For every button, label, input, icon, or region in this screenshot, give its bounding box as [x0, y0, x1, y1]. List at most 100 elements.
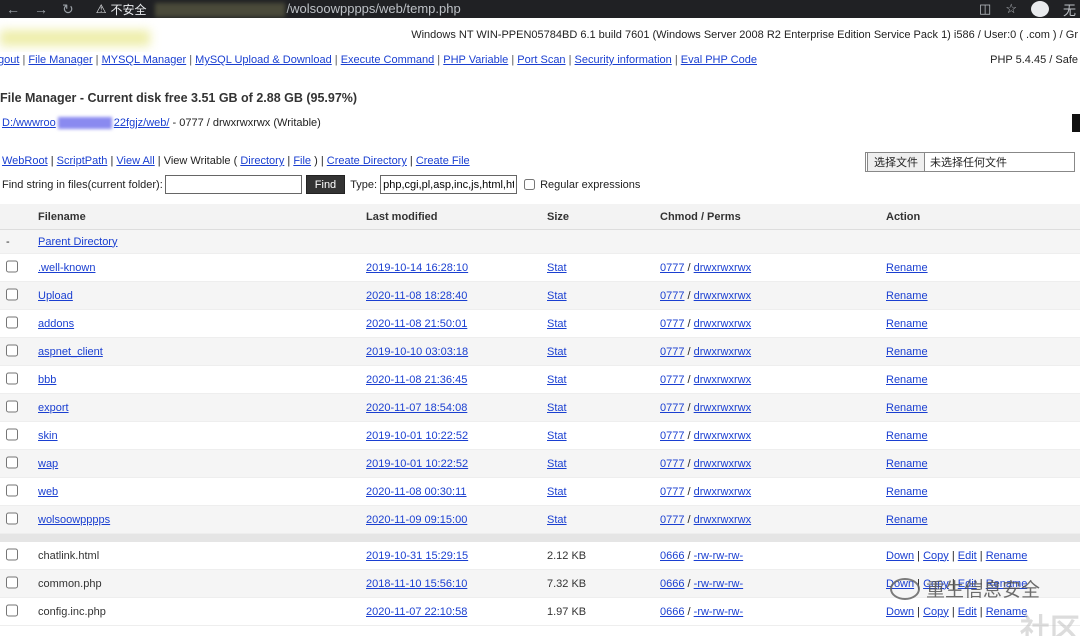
- directory-link[interactable]: wolsoowpppps: [38, 514, 110, 526]
- menu-item[interactable]: File Manager: [28, 54, 92, 66]
- copy-link[interactable]: Copy: [923, 606, 949, 618]
- chmod-link[interactable]: 0777: [660, 346, 684, 358]
- viewall-link[interactable]: View All: [116, 155, 154, 167]
- modified-link[interactable]: 2019-10-31 15:29:15: [366, 550, 468, 562]
- file-upload-input[interactable]: 选择文件 未选择任何文件: [865, 152, 1075, 172]
- find-input[interactable]: [164, 175, 302, 194]
- menu-item[interactable]: Eval PHP Code: [681, 54, 757, 66]
- find-button[interactable]: Find: [305, 175, 346, 194]
- stat-link[interactable]: Stat: [547, 430, 567, 442]
- stat-link[interactable]: Stat: [547, 290, 567, 302]
- down-link[interactable]: Down: [886, 606, 914, 618]
- chmod-link[interactable]: 0777: [660, 262, 684, 274]
- perms-link[interactable]: drwxrwxrwx: [694, 374, 751, 386]
- row-checkbox[interactable]: [6, 372, 18, 384]
- menu-item[interactable]: Execute Command: [341, 54, 435, 66]
- modified-link[interactable]: 2020-11-08 21:50:01: [366, 318, 467, 330]
- stat-link[interactable]: Stat: [547, 514, 567, 526]
- create-directory-link[interactable]: Create Directory: [327, 155, 407, 167]
- copy-link[interactable]: Copy: [923, 550, 949, 562]
- row-checkbox[interactable]: [6, 512, 18, 524]
- directory-link[interactable]: wap: [38, 458, 58, 470]
- row-checkbox[interactable]: [6, 288, 18, 300]
- webroot-link[interactable]: WebRoot: [2, 155, 48, 167]
- perms-link[interactable]: drwxrwxrwx: [694, 514, 751, 526]
- rename-link[interactable]: Rename: [986, 550, 1028, 562]
- rename-link[interactable]: Rename: [886, 514, 928, 526]
- chmod-link[interactable]: 0777: [660, 430, 684, 442]
- chmod-link[interactable]: 0666: [660, 606, 684, 618]
- menu-item[interactable]: MYSQL Manager: [102, 54, 187, 66]
- rename-link[interactable]: Rename: [886, 290, 928, 302]
- row-checkbox[interactable]: [6, 428, 18, 440]
- modified-link[interactable]: 2020-11-08 18:28:40: [366, 290, 467, 302]
- regex-checkbox[interactable]: [524, 179, 536, 190]
- scriptpath-link[interactable]: ScriptPath: [57, 155, 108, 167]
- perms-link[interactable]: -rw-rw-rw-: [694, 578, 743, 590]
- row-checkbox[interactable]: [6, 316, 18, 328]
- directory-link[interactable]: Directory: [240, 155, 284, 167]
- profile-avatar[interactable]: [1030, 1, 1049, 17]
- down-link[interactable]: Down: [886, 550, 914, 562]
- rename-link[interactable]: Rename: [886, 346, 928, 358]
- perms-link[interactable]: -rw-rw-rw-: [694, 550, 743, 562]
- modified-link[interactable]: 2020-11-08 21:36:45: [366, 374, 467, 386]
- perms-link[interactable]: drwxrwxrwx: [694, 458, 751, 470]
- modified-link[interactable]: 2020-11-07 18:54:08: [366, 402, 467, 414]
- path-link-web[interactable]: 22fgjz/web/: [114, 117, 170, 129]
- modified-link[interactable]: 2019-10-01 10:22:52: [366, 458, 468, 470]
- address-bar[interactable]: /wolsoowpppps/web/temp.php: [153, 1, 461, 17]
- row-checkbox[interactable]: [6, 344, 18, 356]
- modified-link[interactable]: 2019-10-14 16:28:10: [366, 262, 468, 274]
- directory-link[interactable]: export: [38, 402, 69, 414]
- perms-link[interactable]: drwxrwxrwx: [694, 346, 751, 358]
- regex-option[interactable]: Regular expressions: [524, 179, 640, 191]
- row-checkbox[interactable]: [6, 484, 18, 496]
- file-link[interactable]: File: [293, 155, 311, 167]
- modified-link[interactable]: 2018-11-10 15:56:10: [366, 578, 467, 590]
- menu-item[interactable]: gout: [0, 54, 19, 66]
- row-checkbox[interactable]: [6, 400, 18, 412]
- directory-link[interactable]: .well-known: [38, 262, 95, 274]
- chmod-link[interactable]: 0777: [660, 514, 684, 526]
- star-icon[interactable]: ☆: [1005, 1, 1017, 17]
- rename-link[interactable]: Rename: [886, 374, 928, 386]
- row-checkbox[interactable]: [6, 260, 18, 272]
- menu-item[interactable]: MySQL Upload & Download: [195, 54, 332, 66]
- row-checkbox[interactable]: [6, 456, 18, 468]
- directory-link[interactable]: bbb: [38, 374, 56, 386]
- perms-link[interactable]: drwxrwxrwx: [694, 402, 751, 414]
- stat-link[interactable]: Stat: [547, 486, 567, 498]
- modified-link[interactable]: 2019-10-01 10:22:52: [366, 430, 468, 442]
- row-checkbox[interactable]: [6, 548, 18, 560]
- modified-link[interactable]: 2019-10-10 03:03:18: [366, 346, 468, 358]
- path-link-root[interactable]: D:/wwwroo: [2, 117, 56, 129]
- chmod-link[interactable]: 0777: [660, 458, 684, 470]
- directory-link[interactable]: skin: [38, 430, 58, 442]
- type-input[interactable]: [380, 175, 518, 194]
- perms-link[interactable]: drwxrwxrwx: [694, 486, 751, 498]
- menu-item[interactable]: Security information: [575, 54, 672, 66]
- rename-link[interactable]: Rename: [886, 486, 928, 498]
- chmod-link[interactable]: 0777: [660, 290, 684, 302]
- chmod-link[interactable]: 0777: [660, 374, 684, 386]
- chmod-link[interactable]: 0666: [660, 578, 684, 590]
- chmod-link[interactable]: 0777: [660, 402, 684, 414]
- directory-link[interactable]: aspnet_client: [38, 346, 103, 358]
- perms-link[interactable]: drwxrwxrwx: [694, 262, 751, 274]
- rename-link[interactable]: Rename: [886, 458, 928, 470]
- stat-link[interactable]: Stat: [547, 402, 567, 414]
- stat-link[interactable]: Stat: [547, 374, 567, 386]
- directory-link[interactable]: addons: [38, 318, 74, 330]
- rename-link[interactable]: Rename: [886, 318, 928, 330]
- parent-directory-link[interactable]: Parent Directory: [38, 236, 117, 248]
- stat-link[interactable]: Stat: [547, 262, 567, 274]
- reload-icon[interactable]: ↻: [62, 1, 74, 18]
- perms-link[interactable]: drwxrwxrwx: [694, 290, 751, 302]
- directory-link[interactable]: Upload: [38, 290, 73, 302]
- create-file-link[interactable]: Create File: [416, 155, 470, 167]
- modified-link[interactable]: 2020-11-07 22:10:58: [366, 606, 467, 618]
- edit-link[interactable]: Edit: [958, 606, 977, 618]
- perms-link[interactable]: drwxrwxrwx: [694, 430, 751, 442]
- choose-file-button[interactable]: 选择文件: [867, 152, 925, 172]
